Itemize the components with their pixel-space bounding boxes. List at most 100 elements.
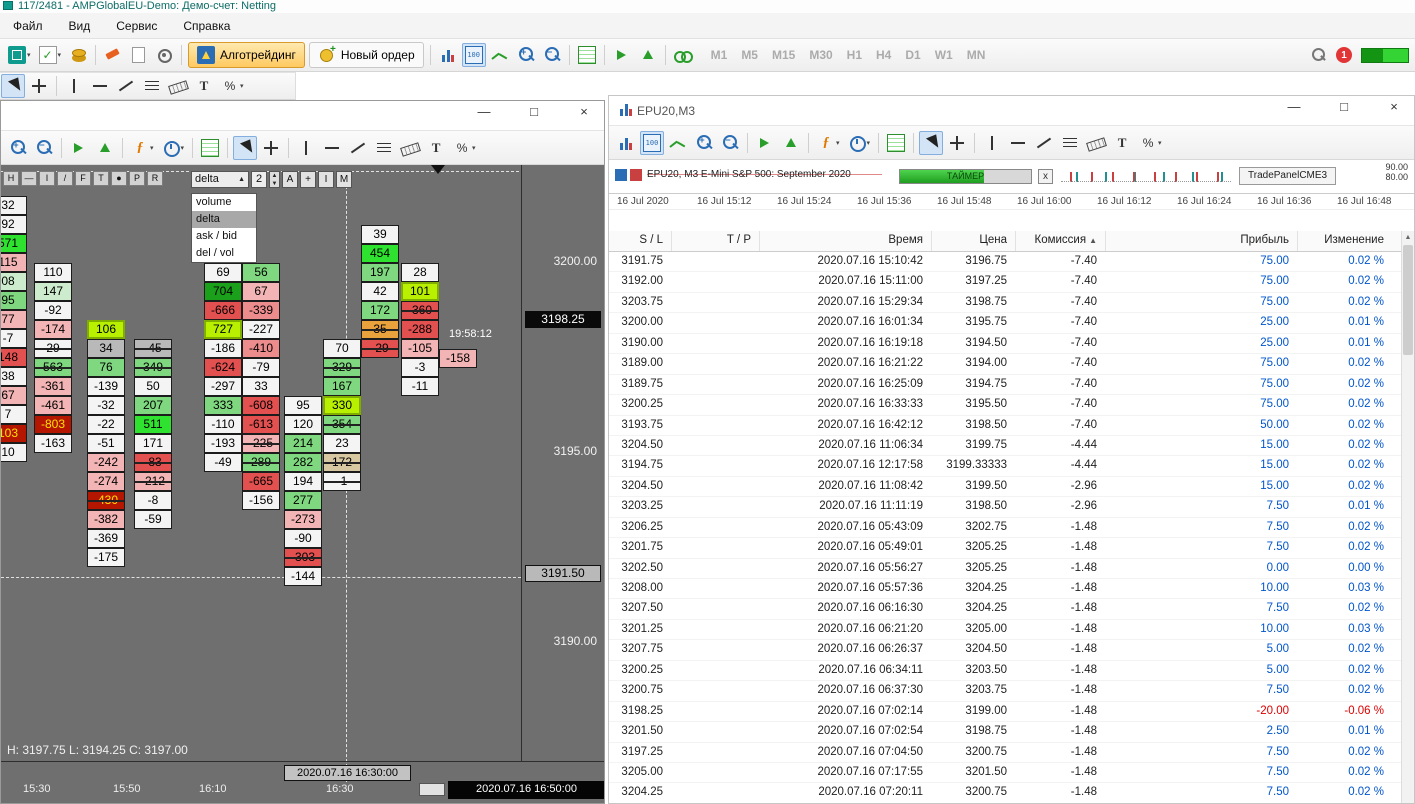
column-header-комиссия[interactable]: Комиссия ▲: [1015, 231, 1105, 251]
maximize-button[interactable]: □: [1330, 99, 1358, 114]
ruler-button[interactable]: [398, 136, 422, 160]
grid-green-button[interactable]: [575, 43, 599, 67]
fx-button[interactable]: ƒ ▾: [814, 131, 843, 155]
dropdown-option-delvol[interactable]: del / vol: [192, 245, 256, 262]
zoom-out-button[interactable]: −: [540, 43, 564, 67]
chart-arrow-u-button[interactable]: [93, 136, 117, 160]
vline-button[interactable]: [294, 136, 318, 160]
pct-button[interactable]: % ▾: [218, 74, 247, 98]
cluster100-button[interactable]: 100: [640, 130, 664, 155]
close-button[interactable]: ×: [1380, 99, 1408, 114]
fib-button[interactable]: [140, 74, 164, 98]
table-row[interactable]: 3200.25 2020.07.16 16:33:33 3195.50 -7.40 75…: [609, 395, 1401, 416]
timeframe-m5[interactable]: M5: [736, 46, 763, 64]
chart-arrow-r-button[interactable]: [753, 131, 777, 155]
table-row[interactable]: 3206.25 2020.07.16 05:43:09 3202.75 -1.48 7.…: [609, 518, 1401, 539]
dline-button[interactable]: [1032, 131, 1056, 155]
table-row[interactable]: 3204.50 2020.07.16 11:08:42 3199.50 -2.96 15…: [609, 477, 1401, 498]
cluster100-button[interactable]: 100: [461, 43, 486, 67]
menu-item-сервис[interactable]: Сервис: [103, 16, 170, 36]
line-chart-button[interactable]: [488, 43, 512, 67]
collapsed-chart-strip[interactable]: EPU20, M3 E-Mini S&P 500: September 2020…: [609, 160, 1414, 194]
page-button[interactable]: [127, 43, 150, 67]
grid-green-button[interactable]: [884, 131, 908, 155]
chart-header-button-5[interactable]: T: [93, 171, 109, 186]
table-row[interactable]: 3189.00 2020.07.16 16:21:22 3194.00 -7.40 75…: [609, 354, 1401, 375]
chart-header-button-0[interactable]: H: [3, 171, 19, 186]
clock-button[interactable]: ▾: [159, 136, 188, 160]
table-row[interactable]: 3201.25 2020.07.16 06:21:20 3205.00 -1.48 10…: [609, 620, 1401, 641]
vline-button[interactable]: [980, 131, 1004, 155]
chart-header-button-1[interactable]: —: [21, 171, 37, 186]
table-header[interactable]: S / LT / P Время Цена Комиссия ▲ Прибыль Измен…: [609, 231, 1401, 252]
column-header-время[interactable]: Время: [759, 231, 931, 251]
zoom-out-button[interactable]: −: [32, 136, 56, 160]
timeframe-m1[interactable]: M1: [706, 46, 733, 64]
dropdown-option-askbid[interactable]: ask / bid: [192, 228, 256, 245]
link-button[interactable]: [671, 43, 695, 67]
table-row[interactable]: 3189.75 2020.07.16 16:25:09 3194.75 -7.40 75…: [609, 375, 1401, 396]
trades-table[interactable]: 3191.75 2020.07.16 15:10:42 3196.75 -7.40 75…: [609, 252, 1401, 803]
ruler-button[interactable]: [166, 74, 190, 98]
chart-header-button-2[interactable]: I: [39, 171, 55, 186]
zoom-in-button[interactable]: +: [692, 131, 716, 155]
coins-button[interactable]: [66, 43, 90, 67]
scroll-up-icon[interactable]: ▲: [1402, 231, 1414, 244]
table-row[interactable]: 3207.50 2020.07.16 06:16:30 3204.25 -1.48 7.…: [609, 599, 1401, 620]
timeframe-h4[interactable]: H4: [871, 46, 896, 64]
menu-item-вид[interactable]: Вид: [56, 16, 104, 36]
cluster-chart-area[interactable]: H — I / F T ● P R delta ▲ 2 ▲ ▼ A + I M volume delta a…: [1, 165, 604, 803]
cursor-button[interactable]: [919, 130, 944, 155]
chart-header-button-8[interactable]: R: [147, 171, 163, 186]
fib-button[interactable]: [1058, 131, 1082, 155]
cursor-button[interactable]: [1, 74, 25, 98]
table-row[interactable]: 3201.75 2020.07.16 05:49:01 3205.25 -1.48 7.…: [609, 538, 1401, 559]
table-row[interactable]: 3200.00 2020.07.16 16:01:34 3195.75 -7.40 25…: [609, 313, 1401, 334]
clock-button[interactable]: ▾: [845, 131, 874, 155]
chart-check-button[interactable]: ▾: [36, 43, 65, 67]
timeframe-m15[interactable]: M15: [767, 46, 800, 64]
bars-blue-button[interactable]: [614, 131, 638, 155]
zoom-out-button[interactable]: −: [718, 131, 742, 155]
text-button[interactable]: T: [192, 74, 216, 98]
dropdown-option-volume[interactable]: volume: [192, 194, 256, 211]
minimize-button[interactable]: —: [470, 104, 498, 119]
column-header-sl[interactable]: S / L: [609, 231, 671, 251]
ruler-button[interactable]: [1084, 131, 1108, 155]
table-row[interactable]: 3205.00 2020.07.16 07:17:55 3201.50 -1.48 7.…: [609, 763, 1401, 784]
hline-button[interactable]: [320, 136, 344, 160]
table-row[interactable]: 3204.25 2020.07.16 07:20:11 3200.75 -1.48 7.…: [609, 783, 1401, 803]
table-row[interactable]: 3200.75 2020.07.16 06:37:30 3203.75 -1.48 7.…: [609, 681, 1401, 702]
brush-button[interactable]: [101, 43, 125, 67]
table-row[interactable]: 3192.00 2020.07.16 15:11:00 3197.25 -7.40 75…: [609, 272, 1401, 293]
table-row[interactable]: 3201.50 2020.07.16 07:02:54 3198.75 -1.48 2.…: [609, 722, 1401, 743]
notification-badge[interactable]: 1: [1336, 47, 1352, 63]
table-row[interactable]: 3198.25 2020.07.16 07:02:14 3199.00 -1.48 -2…: [609, 702, 1401, 723]
table-row[interactable]: 3197.25 2020.07.16 07:04:50 3200.75 -1.48 7.…: [609, 743, 1401, 763]
maximize-button[interactable]: □: [520, 104, 548, 119]
cluster-period-value[interactable]: 2: [251, 171, 267, 188]
timeframe-w1[interactable]: W1: [930, 46, 958, 64]
zoom-in-button[interactable]: +: [514, 43, 538, 67]
table-row[interactable]: 3203.75 2020.07.16 15:29:34 3198.75 -7.40 75…: [609, 293, 1401, 314]
grid-green-button[interactable]: [198, 136, 222, 160]
chart-header-button-6[interactable]: ●: [111, 171, 127, 186]
text-button[interactable]: T: [424, 136, 448, 160]
dline-button[interactable]: [346, 136, 370, 160]
hline-button[interactable]: [1006, 131, 1030, 155]
zoom-in-button[interactable]: +: [6, 136, 30, 160]
table-row[interactable]: 3190.00 2020.07.16 16:19:18 3194.50 -7.40 25…: [609, 334, 1401, 355]
fx-button[interactable]: ƒ ▾: [128, 136, 157, 160]
table-row[interactable]: 3202.50 2020.07.16 05:56:27 3205.25 -1.48 0.…: [609, 559, 1401, 579]
new-chart-button[interactable]: ▾: [5, 43, 34, 67]
menu-item-справка[interactable]: Справка: [170, 16, 243, 36]
cluster-button-a[interactable]: A: [282, 171, 298, 188]
line-chart-button[interactable]: [666, 131, 690, 155]
bars-blue-button[interactable]: [436, 43, 460, 67]
cluster-button-m[interactable]: M: [336, 171, 352, 188]
minimize-button[interactable]: —: [1280, 99, 1308, 114]
cursor-button[interactable]: [233, 135, 258, 160]
text-button[interactable]: T: [1110, 131, 1134, 155]
pct-button[interactable]: % ▾: [1136, 131, 1165, 155]
new-order-button[interactable]: Новый ордер: [308, 42, 424, 68]
